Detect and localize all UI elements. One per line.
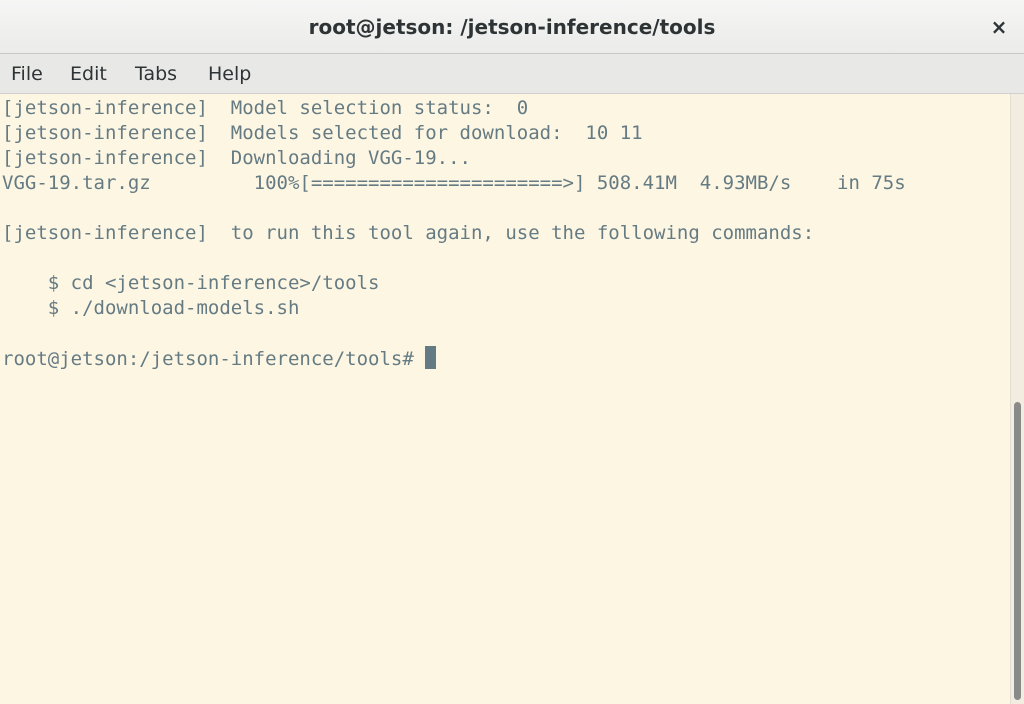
- menu-edit[interactable]: Edit: [70, 62, 107, 86]
- terminal-output[interactable]: [jetson-inference] Model selection statu…: [0, 94, 1010, 704]
- output-line-selected: [jetson-inference] Models selected for d…: [2, 122, 643, 144]
- terminal-window: root@jetson: /jetson-inference/tools × F…: [0, 0, 1024, 704]
- output-line-download-command: $ ./download-models.sh: [2, 297, 300, 319]
- text-cursor: [425, 346, 437, 369]
- title-bar[interactable]: root@jetson: /jetson-inference/tools ×: [0, 0, 1024, 54]
- shell-prompt: root@jetson:/jetson-inference/tools#: [2, 348, 426, 370]
- output-line-downloading: [jetson-inference] Downloading VGG-19...: [2, 147, 471, 169]
- output-line-progress: VGG-19.tar.gz 100%[=====================…: [2, 172, 906, 194]
- menu-file[interactable]: File: [11, 62, 43, 86]
- output-line-cd-command: $ cd <jetson-inference>/tools: [2, 272, 380, 294]
- menu-bar: File Edit Tabs Help: [0, 54, 1024, 94]
- output-line-status: [jetson-inference] Model selection statu…: [2, 97, 529, 119]
- window-title: root@jetson: /jetson-inference/tools: [308, 15, 716, 39]
- vertical-scrollbar[interactable]: [1010, 94, 1024, 704]
- close-button[interactable]: ×: [988, 14, 1010, 40]
- menu-help[interactable]: Help: [208, 62, 251, 86]
- scrollbar-thumb[interactable]: [1014, 402, 1021, 700]
- output-line-instructions: [jetson-inference] to run this tool agai…: [2, 222, 815, 244]
- prompt-line[interactable]: root@jetson:/jetson-inference/tools#: [2, 346, 437, 372]
- menu-tabs[interactable]: Tabs: [135, 62, 177, 86]
